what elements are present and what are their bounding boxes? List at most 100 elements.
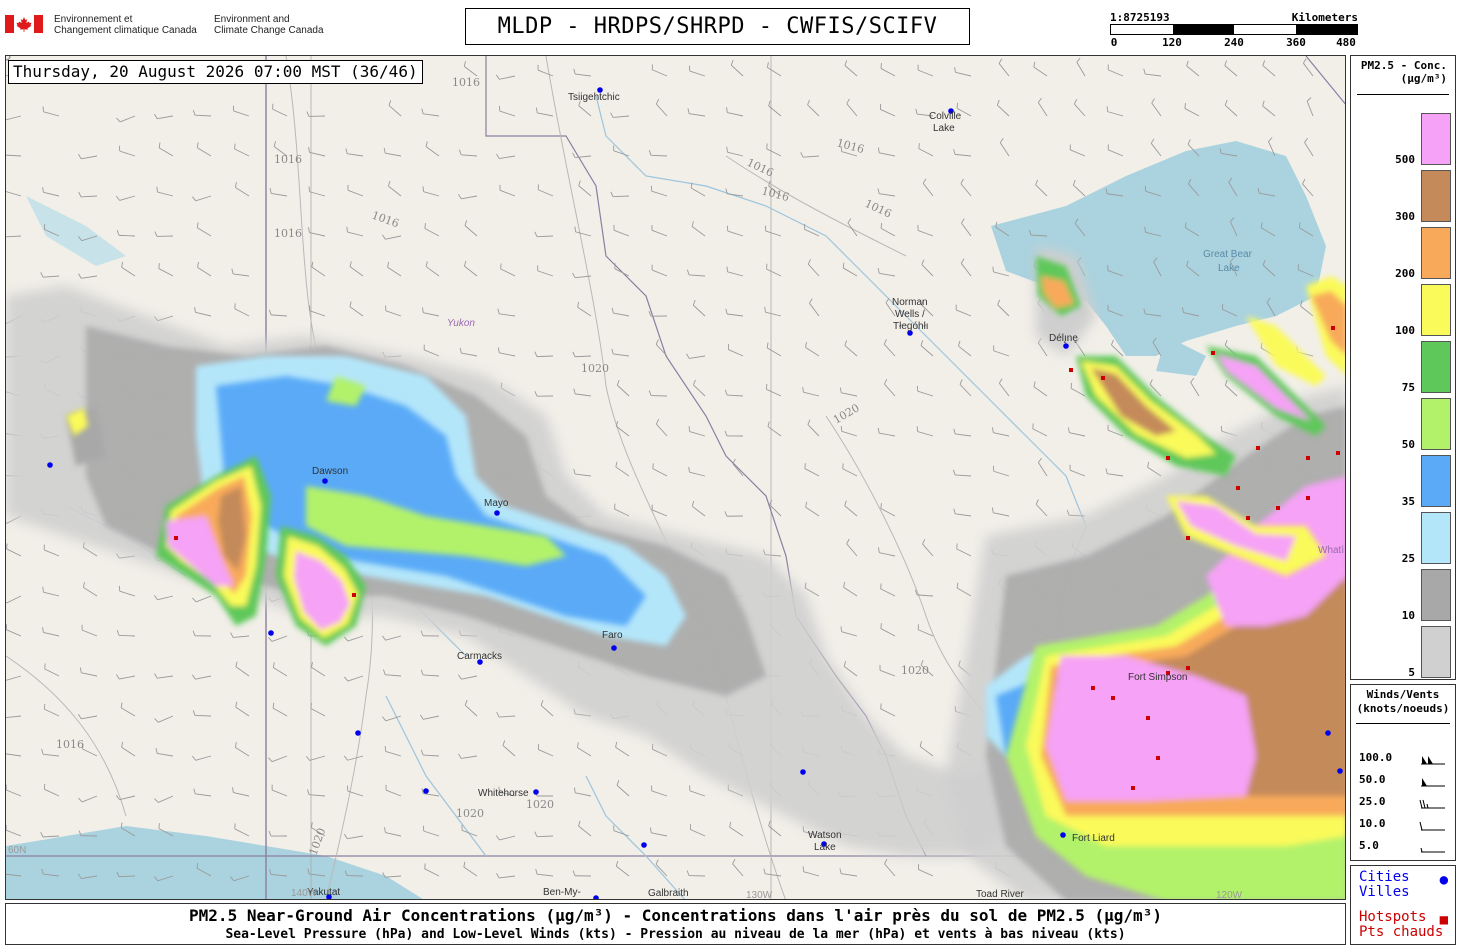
wind-barb — [383, 669, 402, 677]
city-marker[interactable] — [423, 788, 429, 794]
wind-barb — [689, 785, 706, 797]
wind-barb — [155, 748, 174, 757]
header: Environnement et Changement climatique C… — [0, 0, 1460, 52]
place-label: Carmacks — [457, 651, 502, 662]
wind-barb — [388, 100, 402, 117]
wind-barb — [880, 503, 896, 517]
wind-barb — [958, 340, 972, 357]
city-marker[interactable] — [611, 645, 617, 651]
wind-barb — [800, 152, 820, 158]
city-marker[interactable] — [800, 769, 806, 775]
wind-speed-label: 100.0 — [1359, 751, 1393, 764]
wind-barb — [156, 186, 174, 197]
wind-barb — [1107, 144, 1124, 157]
city-marker[interactable] — [355, 730, 361, 736]
isobar-label: 1016 — [452, 76, 480, 89]
wind-barb — [235, 182, 250, 197]
wind-barb — [809, 298, 820, 317]
wind-barb — [349, 261, 364, 277]
wind-barb — [495, 835, 516, 841]
wind-barb — [1262, 60, 1276, 77]
wind-barb — [118, 145, 136, 157]
caption: PM2.5 Near-Ground Air Concentrations (μg… — [5, 903, 1346, 945]
wind-barb — [726, 146, 744, 157]
wind-barb — [194, 306, 212, 317]
place-label: Norman — [892, 297, 928, 308]
city-marker[interactable] — [593, 895, 599, 900]
wind-barb — [311, 662, 326, 677]
wind-barb — [952, 469, 972, 477]
wind-barb — [535, 107, 554, 117]
scale-tick: 240 — [1224, 36, 1244, 49]
wind-barb — [235, 701, 250, 717]
wind-barb — [6, 543, 22, 557]
wind-barb — [766, 143, 782, 157]
wind-barb — [305, 755, 326, 761]
wind-barb — [6, 753, 22, 757]
wind-barb — [844, 60, 858, 77]
city-marker[interactable] — [1060, 832, 1066, 838]
legend-swatch — [1421, 455, 1451, 507]
map-canvas[interactable]: Tsiigehtchic Colville Lake Great Bear La… — [6, 56, 1346, 900]
wind-barb — [1033, 61, 1048, 77]
wind-barb — [423, 344, 440, 357]
legend-swatch — [1421, 398, 1451, 450]
wind-barb — [272, 662, 288, 677]
wind-barb — [381, 234, 402, 240]
wind-barb — [877, 427, 896, 437]
isobar-label: 1016 — [760, 184, 790, 204]
city-marker[interactable] — [494, 510, 500, 516]
wind-barb — [1033, 381, 1048, 397]
wind-barb — [307, 789, 326, 797]
wind-barb — [573, 68, 592, 77]
wind-barb — [496, 153, 516, 160]
wind-barb — [421, 108, 440, 117]
scale-tick: 0 — [1110, 36, 1118, 49]
wind-barb — [1035, 179, 1048, 197]
wind-barb — [918, 143, 934, 157]
city-marker[interactable] — [1325, 730, 1331, 736]
wind-barb — [877, 267, 896, 277]
wind-barb — [884, 858, 896, 877]
wind-barb — [802, 386, 820, 397]
wind-barb — [880, 583, 896, 597]
wind-barb — [458, 753, 478, 759]
wind-barb — [231, 268, 250, 277]
wind-barb — [1038, 457, 1048, 477]
city-marker[interactable] — [47, 462, 53, 468]
wind-barb — [611, 348, 630, 357]
city-marker[interactable] — [322, 478, 328, 484]
wind-barb — [6, 595, 22, 604]
city-marker[interactable] — [1063, 343, 1069, 349]
place-label: Mayo — [484, 498, 509, 509]
hotspot-marker — [1276, 506, 1280, 510]
place-label: Colville — [929, 111, 962, 122]
wind-barb — [726, 225, 744, 237]
city-marker[interactable] — [268, 630, 274, 636]
legend-label: 25 — [1401, 552, 1415, 565]
wind-barb — [732, 858, 744, 877]
wind-barb — [232, 105, 250, 117]
wind-barb — [191, 674, 212, 680]
grid-label: 130W — [746, 890, 773, 900]
place-label: Tsiigehtchic — [568, 92, 620, 103]
wind-barb — [78, 714, 98, 720]
wind-barb — [880, 222, 896, 237]
wind-barb — [384, 746, 402, 757]
wind-barb — [960, 258, 972, 277]
wind-barb — [232, 787, 250, 797]
city-marker[interactable] — [1337, 768, 1343, 774]
wind-barb — [158, 263, 174, 277]
map-view[interactable]: Tsiigehtchic Colville Lake Great Bear La… — [5, 55, 1346, 900]
government-logo: Environnement et Changement climatique C… — [5, 14, 364, 36]
hotspot-marker — [1186, 536, 1190, 540]
wind-barb — [807, 419, 820, 437]
city-marker[interactable] — [533, 789, 539, 795]
wind-barb — [192, 595, 212, 603]
wind-barb — [120, 702, 136, 717]
wind-barb — [1186, 60, 1200, 77]
wind-barb — [572, 870, 592, 877]
wind-barb — [877, 547, 896, 557]
place-label: Toad River — [976, 889, 1024, 900]
city-marker[interactable] — [641, 842, 647, 848]
